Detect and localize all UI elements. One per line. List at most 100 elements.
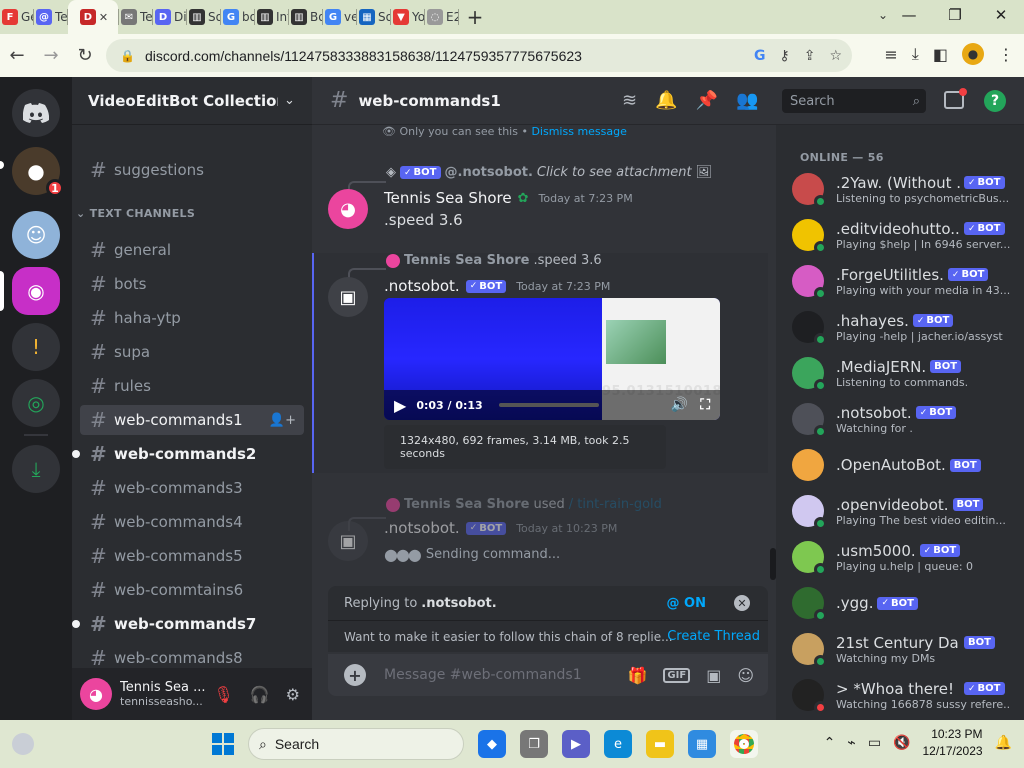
notification-bell-icon[interactable]: 🔔 — [995, 735, 1012, 751]
author-name[interactable]: .notsobot. — [384, 519, 460, 537]
browser-tab[interactable]: Gveg — [323, 0, 356, 34]
weather-icon[interactable] — [12, 733, 34, 755]
task-view-icon[interactable]: ❐ — [520, 730, 548, 758]
fullscreen-icon[interactable]: ⛶ — [700, 397, 710, 413]
notification-bell-icon[interactable]: 🔔 — [655, 90, 677, 111]
browser-tab[interactable]: ◌E2C — [425, 0, 458, 34]
browser-tab[interactable]: ▦Sor — [357, 0, 390, 34]
mic-muted-icon[interactable]: 🎙 — [213, 685, 233, 704]
add-attachment-icon[interactable]: + — [344, 664, 366, 686]
forward-icon[interactable]: → — [34, 45, 68, 66]
browser-tab[interactable]: ✉Ten — [119, 0, 152, 34]
browser-tab[interactable]: ▥Inte — [255, 0, 288, 34]
threads-icon[interactable]: ≋ — [622, 90, 637, 111]
author-name[interactable]: .notsobot. — [384, 277, 460, 295]
browser-tab[interactable]: ▼You — [391, 0, 424, 34]
avatar[interactable]: ▣ — [328, 521, 368, 561]
play-icon[interactable]: ▶ — [394, 396, 406, 415]
sticker-icon[interactable]: ▣ — [706, 666, 721, 685]
channel-general[interactable]: # general — [80, 235, 304, 265]
user-info[interactable]: Tennis Sea ... tennisseasho... — [120, 680, 210, 708]
media-controls-icon[interactable]: ≡ — [884, 45, 897, 64]
reply-preview[interactable]: Tennis Sea Shore .speed 3.6 — [386, 253, 602, 268]
gear-icon[interactable]: ⚙ — [286, 685, 300, 704]
video-attachment[interactable]: 95.0131510018 ▶ 0:03 / 0:13 🔊 ⛶ — [384, 298, 720, 420]
channel-bots[interactable]: # bots — [80, 269, 304, 299]
key-icon[interactable]: ⚷ — [779, 48, 789, 64]
channel-rules[interactable]: # rules — [80, 371, 304, 401]
avatar[interactable]: ▣ — [328, 277, 368, 317]
close-icon[interactable]: ✕ — [734, 595, 750, 611]
message-input[interactable]: Message #web-commands1 — [384, 667, 582, 683]
download-icon[interactable]: ⤓ — [912, 44, 919, 64]
pin-icon[interactable]: 📌 — [696, 90, 718, 111]
browser-tab[interactable]: ▥Bor — [289, 0, 322, 34]
channel-web-commtains6[interactable]: # web-commtains6 — [80, 575, 304, 605]
channel-suggestions[interactable]: # suggestions — [80, 155, 304, 185]
browser-tab[interactable]: ▥Sor — [187, 0, 220, 34]
member-row[interactable]: .ygg. ✓ BOT — [792, 581, 1024, 625]
server-icon-photo[interactable]: ☺ — [12, 211, 60, 259]
message-composer[interactable]: + Message #web-commands1 🎁 GIF ▣ ☺ — [328, 654, 768, 696]
dismiss-message-link[interactable]: Dismiss message — [531, 125, 626, 138]
channel-web-commands7[interactable]: # web-commands7 — [72, 609, 304, 639]
member-row[interactable]: .ForgeUtilitles. ✓ BOT Playing with your me… — [792, 259, 1024, 303]
restore-icon[interactable]: ❐ — [932, 0, 978, 34]
explore-servers-icon[interactable]: ◎ — [12, 379, 60, 427]
gift-icon[interactable]: 🎁 — [628, 666, 648, 685]
channel-web-commands3[interactable]: # web-commands3 — [80, 473, 304, 503]
back-icon[interactable]: ← — [0, 45, 34, 66]
member-row[interactable]: .usm5000. ✓ BOT Playing u.help | queue: 0 — [792, 535, 1024, 579]
gif-icon[interactable]: GIF — [663, 667, 691, 683]
category-text-channels[interactable]: ⌄ TEXT CHANNELS — [76, 207, 195, 220]
reply-preview[interactable]: Tennis Sea Shore used / tint-rain-gold — [386, 497, 662, 512]
clock[interactable]: 10:23 PM 12/17/2023 — [923, 726, 983, 760]
network-icon[interactable]: ⌁ — [847, 735, 855, 751]
help-icon[interactable]: ? — [984, 90, 1006, 112]
video-progress-bar[interactable] — [498, 403, 599, 407]
member-row[interactable]: .hahayes. ✓ BOT Playing -help | jacher.io/a… — [792, 305, 1024, 349]
browser-tab[interactable]: Gbor — [221, 0, 254, 34]
bookmark-star-icon[interactable]: ☆ — [829, 48, 842, 64]
close-window-icon[interactable]: ✕ — [978, 0, 1024, 34]
share-icon[interactable]: ⇪ — [804, 48, 816, 64]
volume-icon[interactable]: 🔊 — [671, 397, 688, 413]
discord-home-icon[interactable] — [12, 89, 60, 137]
copilot-icon[interactable]: ◆ — [478, 730, 506, 758]
tray-chevron-icon[interactable]: ⌃ — [824, 735, 836, 751]
mention-toggle[interactable]: @ ON — [667, 596, 706, 611]
emoji-icon[interactable]: ☺ — [737, 666, 754, 685]
reload-icon[interactable]: ↻ — [68, 45, 102, 66]
browser-tab[interactable]: D ✕ — [68, 0, 118, 34]
channel-web-commands2[interactable]: # web-commands2 — [72, 439, 304, 469]
reply-preview[interactable]: ◈ ✓ BOT @.notsobot. Click to see attachme… — [386, 165, 712, 180]
member-row[interactable]: 21st Century Dani... BOT Watching my DMs — [792, 627, 1024, 671]
server-icon-videoeditbot[interactable]: ◉ — [12, 267, 60, 315]
user-avatar[interactable]: ◕ — [80, 678, 112, 710]
member-row[interactable]: .notsobot. ✓ BOT Watching for . — [792, 397, 1024, 441]
profile-avatar[interactable]: ● — [962, 43, 984, 65]
member-row[interactable]: .MediaJERN. BOT Listening to commands. — [792, 351, 1024, 395]
start-icon[interactable] — [212, 733, 234, 755]
member-row[interactable]: .openvideobot. BOT Playing The best video … — [792, 489, 1024, 533]
channel-web-commands4[interactable]: # web-commands4 — [80, 507, 304, 537]
search-input[interactable]: Search ⌕ — [782, 89, 926, 113]
display-icon[interactable]: ▭ — [868, 735, 881, 751]
invite-member-icon[interactable]: 👤+ — [269, 413, 296, 428]
browser-tab[interactable]: @Ten — [34, 0, 67, 34]
taskbar-search[interactable]: ⌕ Search — [248, 728, 464, 760]
browser-tab[interactable]: FGen — [0, 0, 33, 34]
member-row[interactable]: .editvideohutto... ✓ BOT Playing $help | In… — [792, 213, 1024, 257]
create-thread-button[interactable]: Create Thread — [667, 629, 760, 644]
server-icon-lightbulb[interactable]: ! — [12, 323, 60, 371]
volume-muted-icon[interactable]: 🔇 — [893, 735, 910, 751]
new-tab-button[interactable]: + — [459, 5, 491, 29]
member-row[interactable]: .OpenAutoBot. BOT — [792, 443, 1024, 487]
inbox-icon[interactable] — [944, 88, 967, 109]
headphones-icon[interactable]: 🎧 — [250, 685, 270, 704]
server-icon-dark[interactable]: ● 1 — [12, 147, 64, 197]
edge-icon[interactable]: e — [604, 730, 632, 758]
store-icon[interactable]: ▦ — [688, 730, 716, 758]
member-row[interactable]: > *Whoa there! ... ✓ BOT Watching 166878 su… — [792, 673, 1024, 717]
channel-haha-ytp[interactable]: # haha-ytp — [80, 303, 304, 333]
